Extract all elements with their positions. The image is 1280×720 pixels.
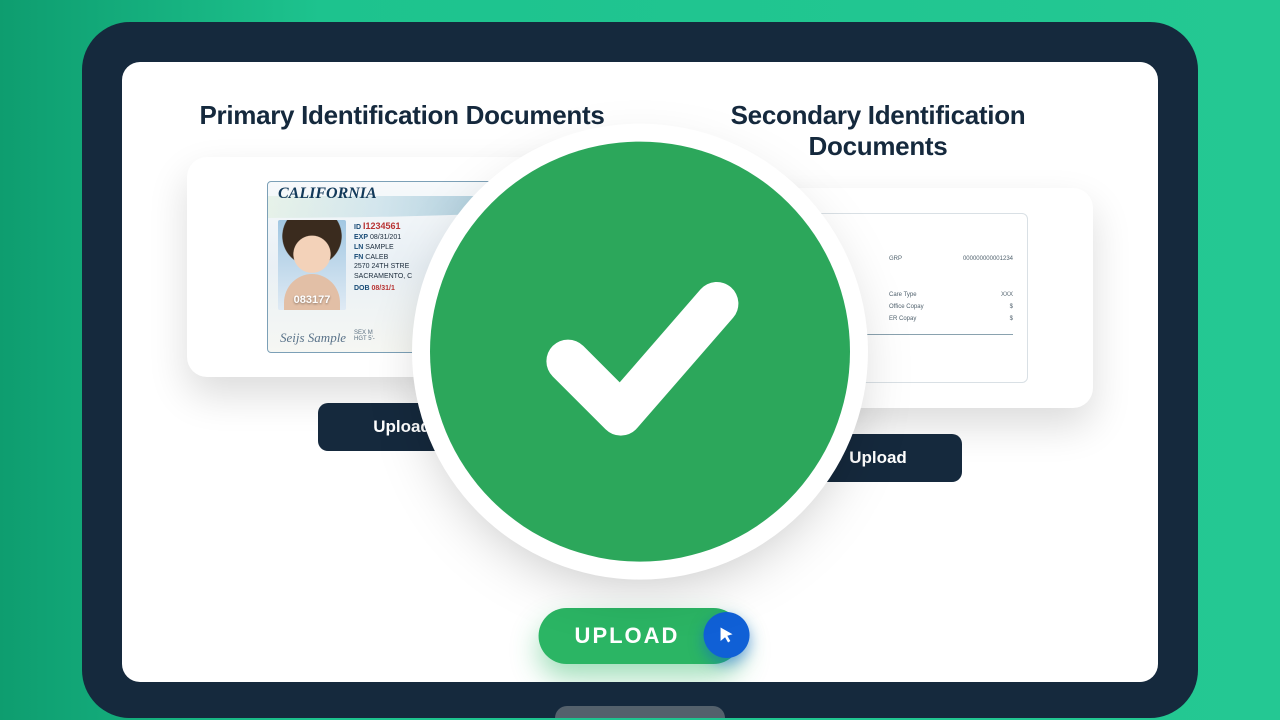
license-id-label: ID bbox=[354, 224, 361, 231]
license-info: ID I1234561 EXP 08/31/201 LN SAMPLE FN C… bbox=[354, 220, 412, 294]
license-addr1: 2570 24TH STRE bbox=[354, 262, 412, 272]
license-id-value: I1234561 bbox=[363, 221, 401, 231]
license-fn-value: CALEB bbox=[365, 254, 388, 261]
insurance-row2-value: $ bbox=[1010, 316, 1013, 322]
license-ln-value: SAMPLE bbox=[365, 244, 393, 251]
license-state: CALIFORNIA bbox=[278, 186, 377, 202]
license-fn-label: FN bbox=[354, 254, 363, 261]
success-checkmark-icon bbox=[430, 142, 850, 562]
license-hgt-label: HGT bbox=[354, 336, 367, 342]
insurance-row1-value: $ bbox=[1010, 304, 1013, 310]
license-signature: Seijs Sample bbox=[280, 331, 346, 344]
license-addr2: SACRAMENTO, C bbox=[354, 272, 412, 282]
license-dob-value: 08/31/1 bbox=[372, 285, 395, 292]
license-ln-label: LN bbox=[354, 244, 363, 251]
license-extra: SEX M HGT 5'- bbox=[354, 330, 375, 342]
insurance-row2-label: ER Copay bbox=[889, 316, 916, 322]
insurance-grp-value: 000000000001234 bbox=[963, 256, 1013, 262]
license-exp-value: 08/31/201 bbox=[370, 234, 401, 241]
license-hgt-value: 5'- bbox=[368, 336, 374, 342]
insurance-row0-label: Care Type bbox=[889, 292, 917, 298]
insurance-grp-label: GRP bbox=[889, 256, 902, 262]
insurance-row0-value: XXX bbox=[1001, 292, 1013, 298]
primary-heading: Primary Identification Documents bbox=[199, 100, 604, 131]
license-dob-label: DOB bbox=[354, 285, 370, 292]
secondary-heading: Secondary Identification Documents bbox=[663, 100, 1093, 162]
cursor-icon bbox=[703, 612, 749, 658]
submit-wrap: UPLOAD bbox=[539, 608, 742, 664]
insurance-row1-label: Office Copay bbox=[889, 304, 924, 310]
tablet-home-indicator bbox=[555, 706, 725, 718]
license-exp-label: EXP bbox=[354, 234, 368, 241]
license-photo-number: 083177 bbox=[278, 294, 346, 306]
